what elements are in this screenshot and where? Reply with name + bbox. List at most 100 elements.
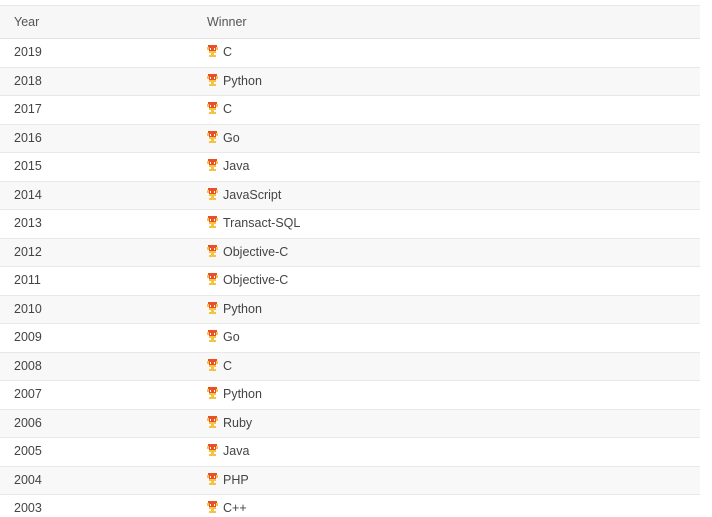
trophy-icon xyxy=(207,444,218,456)
winner-cell-content: JavaScript xyxy=(207,182,700,209)
winner-cell-content: Python xyxy=(207,296,700,323)
trophy-icon xyxy=(207,244,218,257)
winner-cell-content: Python xyxy=(207,68,700,95)
cell-winner: Python xyxy=(193,67,700,96)
trophy-icon xyxy=(207,273,218,285)
cell-winner: C xyxy=(193,95,700,125)
cell-year: 2018 xyxy=(0,67,193,96)
winner-cell-content: PHP xyxy=(207,467,700,494)
winner-cell-content: Java xyxy=(207,153,700,180)
table-row[interactable]: 2013 Transact-SQL xyxy=(0,209,700,239)
cell-year: 2004 xyxy=(0,466,193,495)
cell-year: 2017 xyxy=(0,95,193,125)
winner-label: Go xyxy=(223,130,240,145)
cell-year: 2006 xyxy=(0,409,193,438)
winner-label: Transact-SQL xyxy=(223,216,301,230)
trophy-icon xyxy=(207,73,218,86)
table-row[interactable]: 2006 Ruby xyxy=(0,409,700,438)
cell-winner: C xyxy=(193,38,700,68)
table-row[interactable]: 2007 Python xyxy=(0,380,700,410)
cell-winner: Objective-C xyxy=(193,238,700,267)
cell-year: 2011 xyxy=(0,266,193,296)
cell-winner: C++ xyxy=(193,494,700,517)
trophy-icon xyxy=(207,102,218,114)
table-row[interactable]: 2019 C xyxy=(0,38,700,68)
column-header-year[interactable]: Year xyxy=(0,5,193,39)
cell-year: 2015 xyxy=(0,152,193,182)
table-row[interactable]: 2018 Python xyxy=(0,67,700,96)
winner-label: Python xyxy=(223,301,262,316)
winner-cell-content: Transact-SQL xyxy=(207,210,700,237)
trophy-icon xyxy=(207,130,218,143)
table-row[interactable]: 2014 JavaScript xyxy=(0,181,700,210)
table-row[interactable]: 2008 C xyxy=(0,352,700,381)
cell-winner: Transact-SQL xyxy=(193,209,700,239)
winner-cell-content: Objective-C xyxy=(207,267,700,294)
trophy-icon xyxy=(207,501,218,513)
table-row[interactable]: 2016 Go xyxy=(0,124,700,153)
trophy-icon xyxy=(207,301,218,314)
table-row[interactable]: 2003 C++ xyxy=(0,494,700,517)
cell-winner: PHP xyxy=(193,466,700,495)
cell-winner: Go xyxy=(193,124,700,153)
winner-cell-content: Objective-C xyxy=(207,239,700,266)
cell-year: 2008 xyxy=(0,352,193,381)
winner-cell-content: C xyxy=(207,353,700,380)
winner-cell-content: Java xyxy=(207,438,700,465)
trophy-icon xyxy=(207,216,218,228)
winner-label: Objective-C xyxy=(223,273,289,287)
table-row[interactable]: 2009 Go xyxy=(0,323,700,353)
cell-winner: Go xyxy=(193,323,700,353)
winner-label: C xyxy=(223,102,233,116)
winner-label: Ruby xyxy=(223,415,253,430)
winner-cell-content: Ruby xyxy=(207,410,700,437)
cell-year: 2005 xyxy=(0,437,193,467)
table-row[interactable]: 2015 Java xyxy=(0,152,700,182)
page-root: Year Winner 2019 C 2018 Python 2017 C 2016 Go 20… xyxy=(0,5,712,517)
cell-year: 2016 xyxy=(0,124,193,153)
table-row[interactable]: 2005 Java xyxy=(0,437,700,467)
winner-label: Objective-C xyxy=(223,244,289,259)
trophy-icon xyxy=(207,159,218,171)
trophy-icon xyxy=(207,330,218,342)
cell-winner: Python xyxy=(193,295,700,324)
winner-cell-content: C++ xyxy=(207,495,700,517)
trophy-icon xyxy=(207,187,218,200)
cell-winner: Java xyxy=(193,152,700,182)
column-header-winner[interactable]: Winner xyxy=(193,5,700,39)
winner-cell-content: Go xyxy=(207,125,700,152)
winner-cell-content: Go xyxy=(207,324,700,351)
cell-year: 2003 xyxy=(0,494,193,517)
winner-cell-content: Python xyxy=(207,381,700,408)
table-row[interactable]: 2017 C xyxy=(0,95,700,125)
trophy-icon xyxy=(207,358,218,371)
table-row[interactable]: 2011 Objective-C xyxy=(0,266,700,296)
winner-label: Python xyxy=(223,73,262,88)
cell-winner: JavaScript xyxy=(193,181,700,210)
trophy-icon xyxy=(207,45,218,57)
table-row[interactable]: 2010 Python xyxy=(0,295,700,324)
winner-label: Java xyxy=(223,159,250,173)
winners-table: Year Winner 2019 C 2018 Python 2017 C 2016 Go 20… xyxy=(0,5,700,517)
trophy-icon xyxy=(207,387,218,399)
cell-year: 2007 xyxy=(0,380,193,410)
table-row[interactable]: 2012 Objective-C xyxy=(0,238,700,267)
winner-cell-content: C xyxy=(207,39,700,66)
cell-winner: Objective-C xyxy=(193,266,700,296)
winner-label: C xyxy=(223,358,233,373)
cell-winner: C xyxy=(193,352,700,381)
winner-label: C++ xyxy=(223,501,247,515)
cell-year: 2012 xyxy=(0,238,193,267)
table-row[interactable]: 2004 PHP xyxy=(0,466,700,495)
cell-year: 2014 xyxy=(0,181,193,210)
trophy-icon xyxy=(207,472,218,485)
winner-label: C xyxy=(223,45,233,59)
winner-cell-content: C xyxy=(207,96,700,123)
cell-winner: Java xyxy=(193,437,700,467)
trophy-icon xyxy=(207,415,218,428)
cell-year: 2013 xyxy=(0,209,193,239)
winner-label: Java xyxy=(223,444,250,458)
cell-winner: Python xyxy=(193,380,700,410)
cell-winner: Ruby xyxy=(193,409,700,438)
winner-label: PHP xyxy=(223,472,249,487)
